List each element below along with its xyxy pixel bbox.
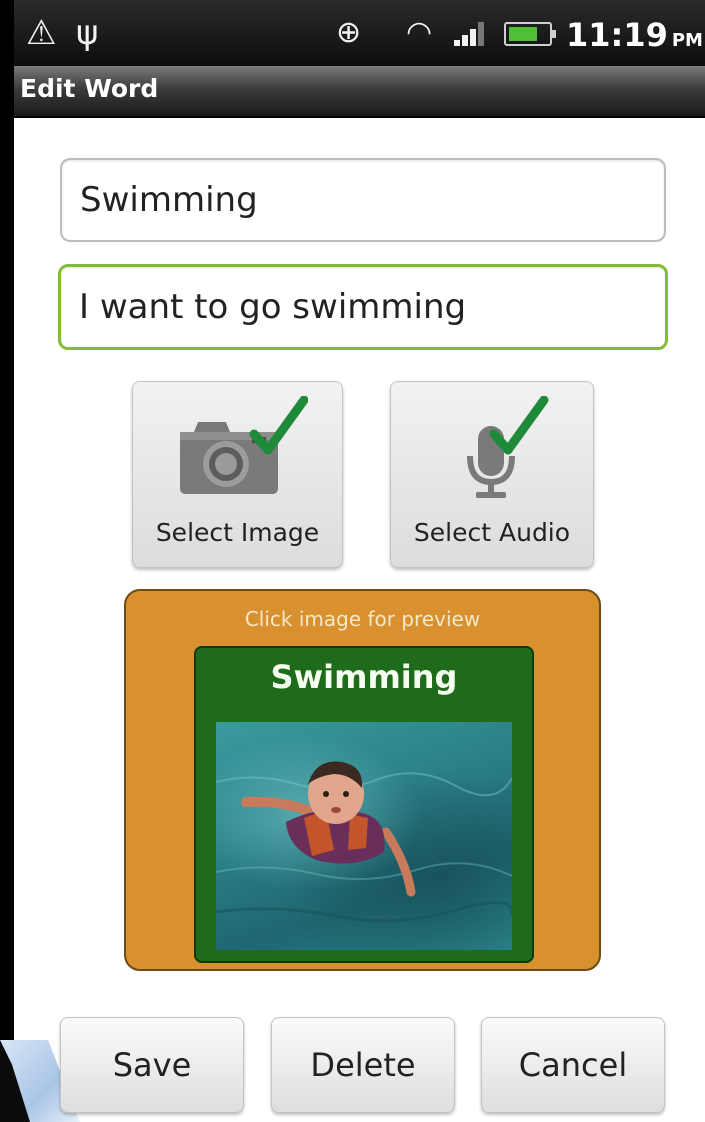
wifi-icon: ◠	[406, 15, 433, 50]
sentence-input[interactable]: I want to go swimming	[58, 264, 668, 350]
screen-left-edge	[0, 0, 14, 1122]
clock: 11:19 PM	[566, 16, 703, 54]
title-bar: Edit Word	[14, 66, 705, 118]
swimming-photo[interactable]	[216, 722, 512, 950]
preview-hint: Click image for preview	[244, 607, 481, 631]
status-bar: ⚠ ψ ⊕ ◠ 11:19 PM	[14, 0, 705, 66]
select-audio-label: Select Audio	[413, 518, 571, 547]
select-image-button[interactable]: Select Image	[132, 381, 343, 568]
image-selected-check-icon	[249, 396, 308, 455]
swimmer-illustration	[216, 761, 512, 923]
gps-icon: ⊕	[336, 15, 362, 50]
select-audio-button[interactable]: Select Audio	[390, 381, 594, 568]
word-input[interactable]: Swimming	[60, 158, 666, 242]
battery-icon	[504, 22, 556, 46]
signal-icon	[454, 22, 486, 46]
clock-ampm: PM	[671, 30, 703, 51]
usb-icon: ψ	[76, 13, 99, 53]
audio-selected-check-icon	[489, 396, 549, 455]
tile-title: Swimming	[270, 658, 458, 696]
warning-icon: ⚠	[26, 13, 57, 53]
delete-button[interactable]: Delete	[271, 1017, 455, 1113]
preview-card: Click image for preview Swimming	[124, 589, 601, 971]
select-image-label: Select Image	[155, 518, 320, 547]
word-tile-preview[interactable]: Swimming	[194, 646, 534, 963]
screen-title: Edit Word	[20, 74, 159, 103]
save-button[interactable]: Save	[60, 1017, 244, 1113]
cancel-button[interactable]: Cancel	[481, 1017, 665, 1113]
